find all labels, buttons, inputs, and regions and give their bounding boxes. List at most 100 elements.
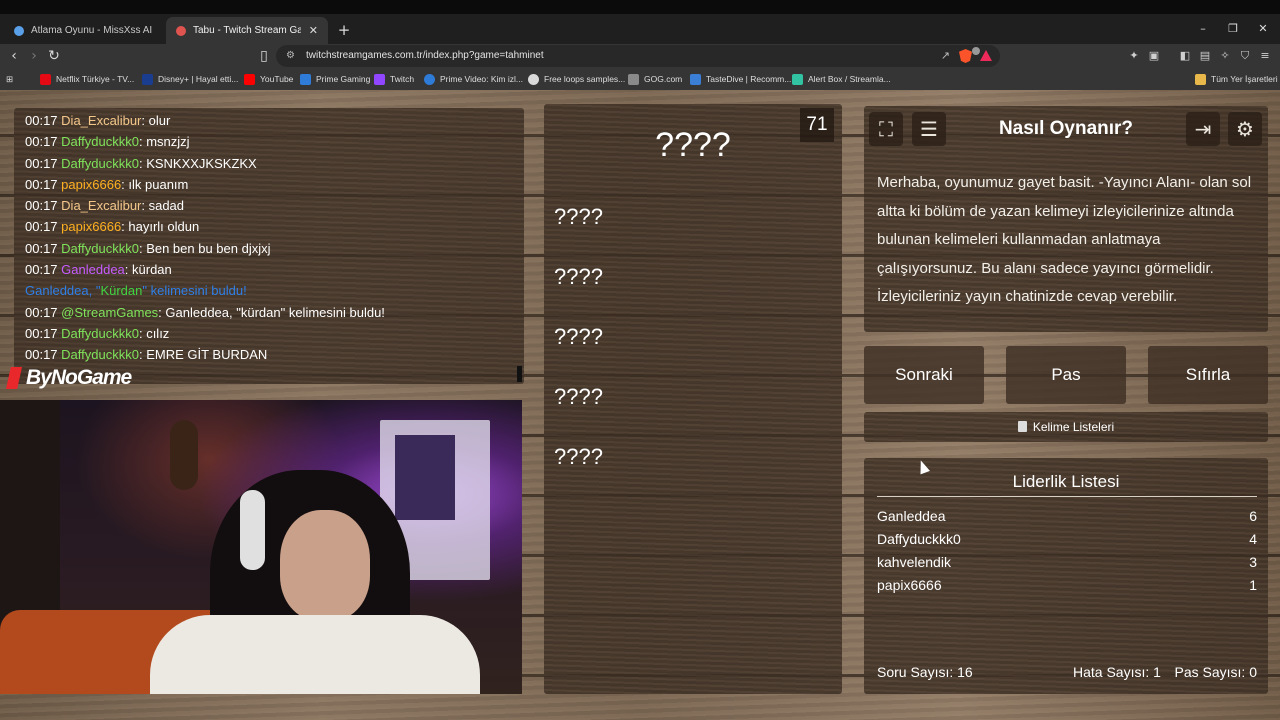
bookmark-prime-gaming[interactable]: Prime Gaming — [300, 68, 370, 90]
tab-favicon-icon — [14, 25, 24, 36]
cam-person-shirt — [150, 615, 480, 694]
menu-icon[interactable]: ≡ — [1257, 48, 1273, 64]
apps-grid-icon[interactable]: ⊞ — [6, 68, 13, 90]
chat-message: 00:17 Daffyduckkk0: KSNKXXJKSKZKX — [25, 153, 513, 174]
site-info-icon[interactable]: ⚙ — [286, 49, 298, 63]
reset-button[interactable]: Sıfırla — [1148, 346, 1268, 404]
brave-shields-icon[interactable] — [959, 49, 972, 63]
taboo-word: ???? — [554, 263, 603, 289]
word-lists-label: Kelime Listeleri — [1032, 420, 1115, 434]
bookmark-twitch[interactable]: Twitch — [374, 68, 414, 90]
bynogame-logo: ByNoGame — [6, 363, 132, 393]
gear-icon[interactable]: ⚙ — [1228, 112, 1262, 146]
bookmark-tastedive[interactable]: TasteDive | Recomm... — [690, 68, 791, 90]
bookmark-icon[interactable]: ▯ — [254, 46, 274, 66]
all-bookmarks-folder[interactable]: Tüm Yer İşaretleri — [1195, 68, 1278, 90]
free-loops-icon — [528, 73, 539, 85]
chat-time: 00:17 — [25, 176, 58, 192]
logout-icon[interactable]: ⇥ — [1186, 112, 1220, 146]
chat-time: 00:17 — [25, 240, 58, 256]
address-bar[interactable]: ⚙ twitchstreamgames.com.tr/index.php?gam… — [276, 45, 1000, 67]
chat-username[interactable]: Daffyduckkk0 — [61, 326, 139, 341]
chat-username[interactable]: Dia_Excalibur — [61, 113, 141, 128]
leaderboard-row: papix6666 1 — [877, 577, 1257, 600]
chat-text: : ılk puanım — [121, 176, 189, 192]
reload-icon[interactable]: ↻ — [44, 46, 64, 66]
folder-icon — [1195, 73, 1206, 85]
share-icon[interactable]: ↗ — [941, 49, 950, 63]
chat-text: : cılız — [138, 325, 170, 341]
close-tab-icon[interactable]: ✕ — [309, 24, 318, 37]
word-board: 71 ???? ???? ???? ???? ???? ???? — [544, 104, 842, 694]
chat-username[interactable]: Daffyduckkk0 — [61, 347, 139, 362]
brave-rewards-icon[interactable] — [980, 50, 992, 61]
bookmark-label: Alert Box / Streamla... — [808, 74, 891, 84]
next-button[interactable]: Sonraki — [864, 346, 984, 404]
chat-username[interactable]: Daffyduckkk0 — [61, 134, 139, 149]
forward-arrow-icon[interactable]: › — [24, 46, 44, 66]
cam-headphones — [240, 490, 265, 570]
new-tab-button[interactable]: + — [334, 20, 354, 40]
url-text: twitchstreamgames.com.tr/index.php?game=… — [306, 50, 544, 61]
shields-count-badge — [972, 47, 980, 55]
close-window-button[interactable]: ✕ — [1248, 20, 1278, 38]
bookmark-youtube[interactable]: YouTube — [244, 68, 293, 90]
minimize-button[interactable]: – — [1188, 20, 1218, 38]
pass-count: Pas Sayısı: 0 — [1174, 664, 1257, 680]
chat-username[interactable]: Daffyduckkk0 — [61, 156, 139, 171]
how-to-text: Merhaba, oyunumuz gayet basit. -Yayıncı … — [877, 174, 1252, 305]
gog-icon — [628, 73, 639, 85]
bookmark-label: Free loops samples... — [544, 74, 626, 84]
taboo-word: ???? — [554, 323, 603, 349]
browser-tab-atlama[interactable]: Atlama Oyunu - MissXss AI Bot Syste — [4, 17, 164, 44]
bookmark-alert-box[interactable]: Alert Box / Streamla... — [792, 68, 891, 90]
taboo-word: ???? — [554, 383, 603, 409]
chat-username[interactable]: Daffyduckkk0 — [61, 241, 139, 256]
chat-text: : kürdan — [124, 262, 172, 278]
bookmark-label: Prime Video: Kim izl... — [440, 74, 523, 84]
bynogame-mark-icon — [6, 367, 22, 389]
how-to-play-panel: ⛶ ☰ Nasıl Oynanır? ⇥ ⚙ Merhaba, oyunumuz… — [864, 106, 1268, 332]
vpn-icon[interactable]: ▤ — [1197, 48, 1213, 64]
bookmark-gog[interactable]: GOG.com — [628, 68, 682, 90]
question-count: Soru Sayısı: 16 — [877, 664, 973, 680]
back-arrow-icon[interactable]: ‹ — [4, 46, 24, 66]
pass-button[interactable]: Pas — [1006, 346, 1126, 404]
error-count: Hata Sayısı: 1 — [1073, 664, 1161, 680]
bookmark-prime-video[interactable]: Prime Video: Kim izl... — [424, 68, 523, 90]
chat-username[interactable]: Ganleddea — [61, 262, 125, 277]
leaderboard-row: Ganleddea 6 — [877, 508, 1257, 531]
prime-video-icon — [424, 73, 435, 85]
webcam-video — [0, 400, 522, 694]
game-stats: Soru Sayısı: 16 Hata Sayısı: 1 Pas Sayıs… — [877, 664, 1257, 684]
bookmark-label: YouTube — [260, 74, 294, 84]
sidebar-icon[interactable]: ◧ — [1177, 48, 1193, 64]
tab-title: Atlama Oyunu - MissXss AI Bot Syste — [31, 25, 154, 36]
maximize-button[interactable]: ❐ — [1218, 20, 1248, 38]
extensions-icon[interactable]: ✦ — [1126, 48, 1142, 64]
bookmark-netflix[interactable]: Netflix Türkiye - TV... — [40, 68, 134, 90]
shield-icon[interactable]: ⛉ — [1237, 48, 1253, 64]
bookmark-disney[interactable]: Disney+ | Hayal etti... — [142, 68, 238, 90]
cam-door-window — [395, 435, 455, 520]
chat-message: 00:17 Dia_Excalibur: sadad — [25, 195, 513, 216]
chat-time: 00:17 — [25, 155, 58, 171]
chat-time: 00:17 — [25, 325, 58, 341]
twitch-icon — [374, 73, 385, 85]
word-lists-button[interactable]: Kelime Listeleri — [864, 412, 1268, 442]
leo-ai-icon[interactable]: ✧ — [1217, 48, 1233, 64]
wallet-icon[interactable]: ▣ — [1146, 48, 1162, 64]
chat-scrollbar[interactable] — [517, 366, 522, 382]
browser-tab-tabu[interactable]: Tabu - Twitch Stream Games ✕ — [166, 17, 328, 44]
bookmark-label: Twitch — [390, 74, 415, 84]
leaderboard-title: Liderlik Listesi — [1012, 472, 1120, 491]
bookmark-free-loops[interactable]: Free loops samples... — [528, 68, 625, 90]
bookmarks-bar: ⊞ Netflix Türkiye - TV... Disney+ | Haya… — [0, 68, 1280, 90]
chat-username[interactable]: papix6666 — [61, 177, 121, 192]
browser-toolbar: ‹ › ↻ ▯ ⚙ twitchstreamgames.com.tr/index… — [0, 44, 1280, 68]
chat-username[interactable]: papix6666 — [61, 219, 121, 234]
chat-username[interactable]: @StreamGames — [61, 305, 158, 320]
chat-username[interactable]: Dia_Excalibur — [61, 198, 141, 213]
browser-tabstrip: Atlama Oyunu - MissXss AI Bot Syste Tabu… — [0, 14, 1280, 44]
cam-guitar — [170, 420, 198, 490]
